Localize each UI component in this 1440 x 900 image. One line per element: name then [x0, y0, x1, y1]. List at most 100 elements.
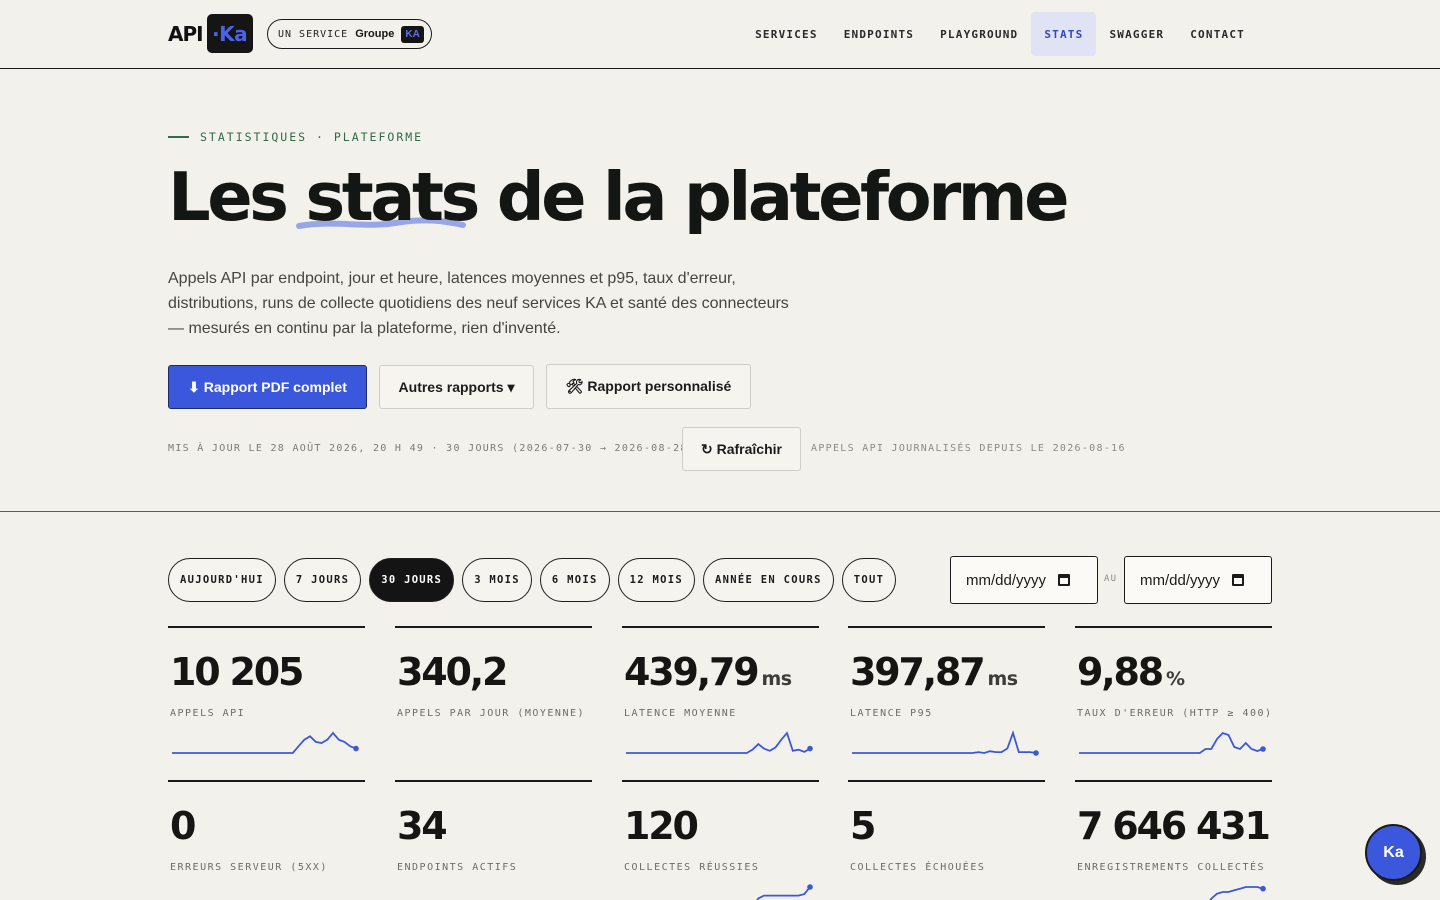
- nav-contact[interactable]: CONTACT: [1177, 12, 1258, 56]
- range-today[interactable]: AUJOURD'HUI: [168, 558, 276, 602]
- range-all[interactable]: TOUT: [841, 558, 897, 602]
- title-before: Les: [168, 158, 306, 236]
- range-6-months[interactable]: 6 MOIS: [539, 558, 610, 602]
- stat-number: 5: [850, 804, 876, 848]
- stat-card-collected-records: 7 646 431 ENREGISTREMENTS COLLECTÉS: [1075, 780, 1272, 900]
- sparkline-line: [852, 730, 1037, 754]
- stat-value: 340,2: [397, 650, 508, 694]
- stat-label: ENDPOINTS ACTIFS: [397, 862, 518, 873]
- logo[interactable]: API ·Ka: [168, 14, 253, 53]
- title-after: de la plateforme: [476, 158, 1070, 236]
- sparkline-last-point: [807, 884, 813, 890]
- eyebrow-line: [168, 136, 189, 138]
- stat-card-active-endpoints: 34 ENDPOINTS ACTIFS: [395, 780, 592, 900]
- service-group-pill[interactable]: UN SERVICE Groupe KA: [267, 19, 432, 49]
- stat-number: 34: [397, 804, 448, 848]
- page-title: Les stats de la plateforme: [168, 158, 1070, 236]
- stat-label: COLLECTES ÉCHOUÉES: [850, 862, 986, 873]
- stat-unit: ms: [987, 668, 1018, 690]
- main-nav: SERVICES ENDPOINTS PLAYGROUND STATS SWAG…: [742, 12, 1258, 56]
- sparkline: [756, 884, 813, 900]
- sparkline-last-point: [807, 745, 813, 752]
- stat-number: 0: [170, 804, 196, 848]
- stat-value: 0: [170, 804, 196, 848]
- nav-services[interactable]: SERVICES: [742, 12, 831, 56]
- range-current-year[interactable]: ANNÉE EN COURS: [703, 558, 834, 602]
- stat-value: 9,88%: [1077, 650, 1185, 694]
- sparkline-last-point: [1260, 885, 1266, 892]
- stat-label: ERREURS SERVEUR (5XX): [170, 862, 328, 873]
- site-header: API ·Ka UN SERVICE Groupe KA SERVICES EN…: [0, 0, 1440, 69]
- stat-label: LATENCE P95: [850, 708, 933, 719]
- stat-value: 439,79 ms: [624, 650, 792, 694]
- stat-number: 340,2: [397, 650, 508, 694]
- stat-number: 10 205: [170, 650, 304, 694]
- stat-label: LATENCE MOYENNE: [624, 708, 737, 719]
- stat-unit: %: [1165, 668, 1185, 690]
- calendar-icon[interactable]: [1058, 574, 1071, 586]
- logo-api-text: API: [168, 21, 204, 46]
- nav-swagger[interactable]: SWAGGER: [1096, 12, 1177, 56]
- sparkline: [1209, 885, 1266, 900]
- stat-label: APPELS API: [170, 708, 246, 719]
- nav-endpoints[interactable]: ENDPOINTS: [831, 12, 927, 56]
- date-from-placeholder: mm/dd/yyyy: [966, 571, 1047, 589]
- stat-card-p95-latency: 397,87 ms LATENCE P95: [848, 626, 1045, 776]
- range-12-months[interactable]: 12 MOIS: [617, 558, 696, 602]
- sparkline: [1079, 731, 1266, 754]
- eyebrow-text: STATISTIQUES · PLATEFORME: [200, 130, 424, 144]
- nav-playground[interactable]: PLAYGROUND: [927, 12, 1031, 56]
- stat-label: COLLECTES RÉUSSIES: [624, 862, 760, 873]
- pdf-report-button[interactable]: ⬇ Rapport PDF complet: [168, 365, 367, 409]
- range-filter-group: AUJOURD'HUI 7 JOURS 30 JOURS 3 MOIS 6 MO…: [168, 558, 897, 602]
- stat-value: 34: [397, 804, 448, 848]
- stat-number: 7 646 431: [1077, 804, 1271, 848]
- other-reports-dropdown[interactable]: Autres rapports ▾: [379, 365, 534, 409]
- title-highlight: stats: [305, 158, 480, 236]
- stat-card-server-errors: 0 ERREURS SERVEUR (5XX): [168, 780, 365, 900]
- range-30-days[interactable]: 30 JOURS: [369, 558, 455, 602]
- calendar-icon[interactable]: [1232, 574, 1245, 586]
- refresh-button[interactable]: ↻ Rafraîchir: [682, 427, 801, 471]
- stat-label: ENREGISTREMENTS COLLECTÉS: [1077, 862, 1266, 873]
- stat-card-failed-collections: 5 COLLECTES ÉCHOUÉES: [848, 780, 1045, 900]
- sparkline-line: [626, 731, 811, 754]
- stat-number: 439,79: [624, 650, 760, 694]
- stat-label: TAUX D'ERREUR (HTTP ≥ 400): [1077, 708, 1273, 719]
- stat-value: 10 205: [170, 650, 304, 694]
- stat-value: 397,87 ms: [850, 650, 1018, 694]
- stat-number: 120: [624, 804, 699, 848]
- sparkline-last-point: [1260, 746, 1266, 752]
- sparkline-line: [756, 886, 811, 900]
- sparkline-line: [172, 731, 357, 754]
- date-to-placeholder: mm/dd/yyyy: [1140, 571, 1221, 589]
- section-divider: [0, 511, 1440, 512]
- stat-card-error-rate: 9,88% TAUX D'ERREUR (HTTP ≥ 400): [1075, 626, 1272, 776]
- stat-card-api-calls: 10 205 APPELS API: [168, 626, 365, 776]
- sparkline-last-point: [1033, 750, 1039, 756]
- date-from-input[interactable]: mm/dd/yyyy: [950, 556, 1098, 604]
- sparkline: [626, 731, 813, 754]
- range-3-months[interactable]: 3 MOIS: [462, 558, 532, 602]
- service-badge: KA: [401, 25, 424, 43]
- last-updated-text: MIS À JOUR LE 28 AOÛT 2026, 20 H 49 · 30…: [168, 443, 696, 454]
- sparkline: [852, 730, 1039, 756]
- stat-unit: ms: [761, 668, 792, 690]
- service-group-name: Groupe: [355, 28, 395, 40]
- custom-report-button[interactable]: 🛠 Rapport personnalisé: [546, 364, 751, 409]
- eyebrow: STATISTIQUES · PLATEFORME: [168, 130, 423, 144]
- stat-number: 9,88: [1077, 650, 1164, 694]
- date-to-input[interactable]: mm/dd/yyyy: [1124, 556, 1272, 604]
- stat-card-successful-collections: 120 COLLECTES RÉUSSIES: [622, 780, 819, 900]
- range-7-days[interactable]: 7 JOURS: [283, 558, 362, 602]
- logged-since-text: APPELS API JOURNALISÉS DEPUIS LE 2026-08…: [811, 443, 1126, 454]
- stat-label: APPELS PAR JOUR (MOYENNE): [397, 708, 586, 719]
- assistant-fab-button[interactable]: Ka: [1365, 824, 1422, 881]
- stat-value: 5: [850, 804, 876, 848]
- stat-value: 7 646 431: [1077, 804, 1271, 848]
- sparkline-line: [1079, 731, 1264, 754]
- logo-ka-badge: ·Ka: [206, 14, 253, 53]
- sparkline-last-point: [353, 745, 359, 752]
- sparkline: [172, 731, 359, 754]
- nav-stats[interactable]: STATS: [1031, 12, 1097, 56]
